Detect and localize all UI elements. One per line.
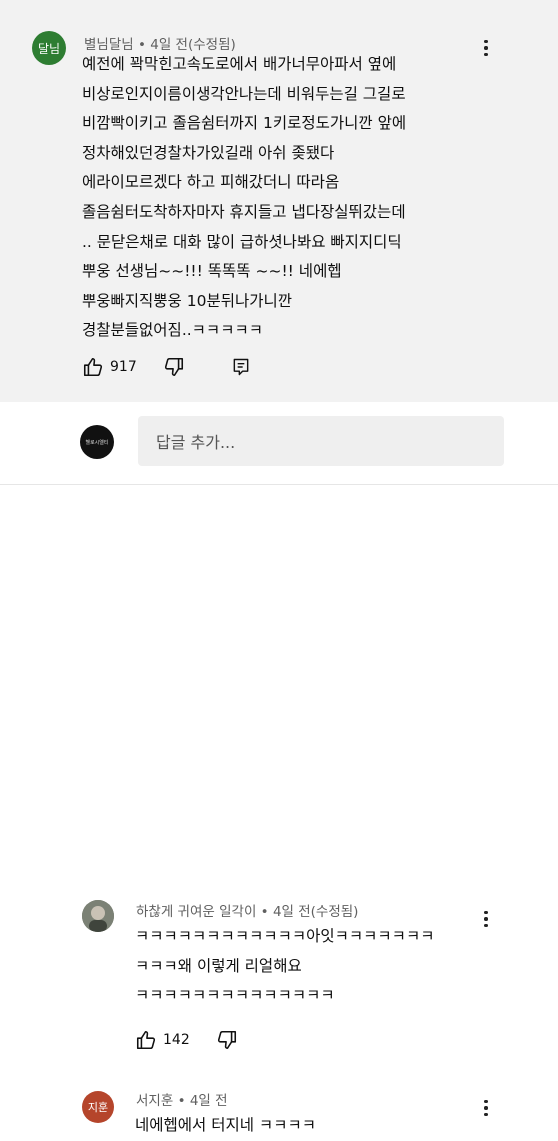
comment-line: ㅋㅋㅋ왜 이렇게 리얼해요 — [135, 956, 302, 975]
more-vert-icon[interactable] — [477, 907, 495, 931]
dislike-button[interactable] — [163, 356, 185, 378]
thumbs-up-icon — [135, 1029, 157, 1051]
comment-text: 예전에 꽉막힌고속도로에서 배가너무아파서 옆에 비상로인지이름이생각안나는데 … — [82, 50, 406, 346]
like-count: 142 — [163, 1032, 190, 1048]
comment-line: 뿌웅빠지직뿡웅 10분뒤나가니깐 — [82, 291, 293, 310]
comment-line: .. 문닫은채로 대화 많이 급하셧나봐요 빠지지디딕 — [82, 232, 402, 251]
comment-line: 네에헵에서 터지네 ㅋㅋㅋㅋ — [135, 1116, 316, 1134]
comment-meta: 하찮게 귀여운 일각이 • 4일 전(수정됨) — [136, 900, 358, 920]
comment-line: 뿌웅 선생님~~!!! 똑똑똑 ~~!! 네에헵 — [82, 262, 342, 281]
author-name[interactable]: 하찮게 귀여운 일각이 — [136, 904, 256, 920]
comment-highlighted: 달님 별님달님 • 4일 전(수정됨) 예전에 꽉막힌고속도로에서 배가너무아파… — [0, 0, 558, 402]
comment-line: 비깜빡이키고 졸음쉼터까지 1키로정도가니깐 앞에 — [82, 114, 407, 133]
avatar-image — [82, 900, 114, 932]
avatar[interactable]: 지훈 — [82, 1091, 114, 1123]
comment-line: 경찰분들없어짐..ㅋㅋㅋㅋㅋ — [82, 321, 263, 340]
reply-button[interactable] — [231, 357, 251, 377]
meta-separator: • — [260, 904, 273, 920]
comment-text: 네에헵에서 터지네 ㅋㅋㅋㅋ — [135, 1111, 316, 1141]
like-button[interactable]: 917 — [82, 356, 137, 378]
comment-line: 예전에 꽉막힌고속도로에서 배가너무아파서 옆에 — [82, 55, 397, 73]
thumbs-down-icon — [216, 1029, 238, 1051]
avatar-label: 헬로시엘티 — [85, 439, 109, 446]
thumbs-up-icon — [82, 356, 104, 378]
comment-line: 에라이모르겠다 하고 피해갔더니 따라옴 — [82, 173, 340, 192]
meta-separator: • — [177, 1093, 190, 1109]
comment-meta: 서지훈 • 4일 전 — [136, 1089, 228, 1109]
comment-line: 비상로인지이름이생각안나는데 비워두는길 그길로 — [82, 84, 406, 103]
reply-composer: 헬로시엘티 답글 추가... — [0, 402, 558, 484]
like-count: 917 — [110, 359, 137, 375]
like-button[interactable]: 142 — [135, 1029, 190, 1051]
comment-text: ㅋㅋㅋㅋㅋㅋㅋㅋㅋㅋㅋㅋ아잇ㅋㅋㅋㅋㅋㅋㅋ ㅋㅋㅋ왜 이렇게 리얼해요 ㅋㅋㅋㅋ… — [135, 922, 434, 1011]
timestamp[interactable]: 4일 전 — [190, 1093, 228, 1109]
author-name[interactable]: 서지훈 — [136, 1093, 173, 1109]
comment-line: 정차해있던경찰차가있길래 아쉬 좆됐다 — [82, 143, 335, 162]
timestamp[interactable]: 4일 전(수정됨) — [273, 904, 359, 920]
reply-input[interactable]: 답글 추가... — [138, 416, 504, 466]
comment-line: 졸음쉼터도착하자마자 휴지들고 냅다장실뛰갔는데 — [82, 202, 406, 221]
divider — [0, 484, 558, 485]
avatar: 헬로시엘티 — [80, 425, 114, 459]
avatar-label: 달님 — [37, 41, 61, 56]
comment-actions: 142 — [135, 1029, 238, 1051]
reply-placeholder: 답글 추가... — [156, 433, 236, 452]
comment-actions: 917 — [82, 356, 251, 378]
avatar[interactable] — [82, 900, 114, 932]
comment-line: ㅋㅋㅋㅋㅋㅋㅋㅋㅋㅋㅋㅋㅋㅋ — [135, 986, 335, 1005]
thumbs-down-icon — [163, 356, 185, 378]
comment-line: ㅋㅋㅋㅋㅋㅋㅋㅋㅋㅋㅋㅋ아잇ㅋㅋㅋㅋㅋㅋㅋ — [135, 927, 435, 945]
reply-icon — [231, 357, 251, 377]
more-vert-icon[interactable] — [477, 1096, 495, 1120]
avatar[interactable]: 달님 — [32, 31, 66, 65]
dislike-button[interactable] — [216, 1029, 238, 1051]
avatar-label: 지훈 — [87, 1101, 109, 1114]
more-vert-icon[interactable] — [477, 36, 495, 60]
